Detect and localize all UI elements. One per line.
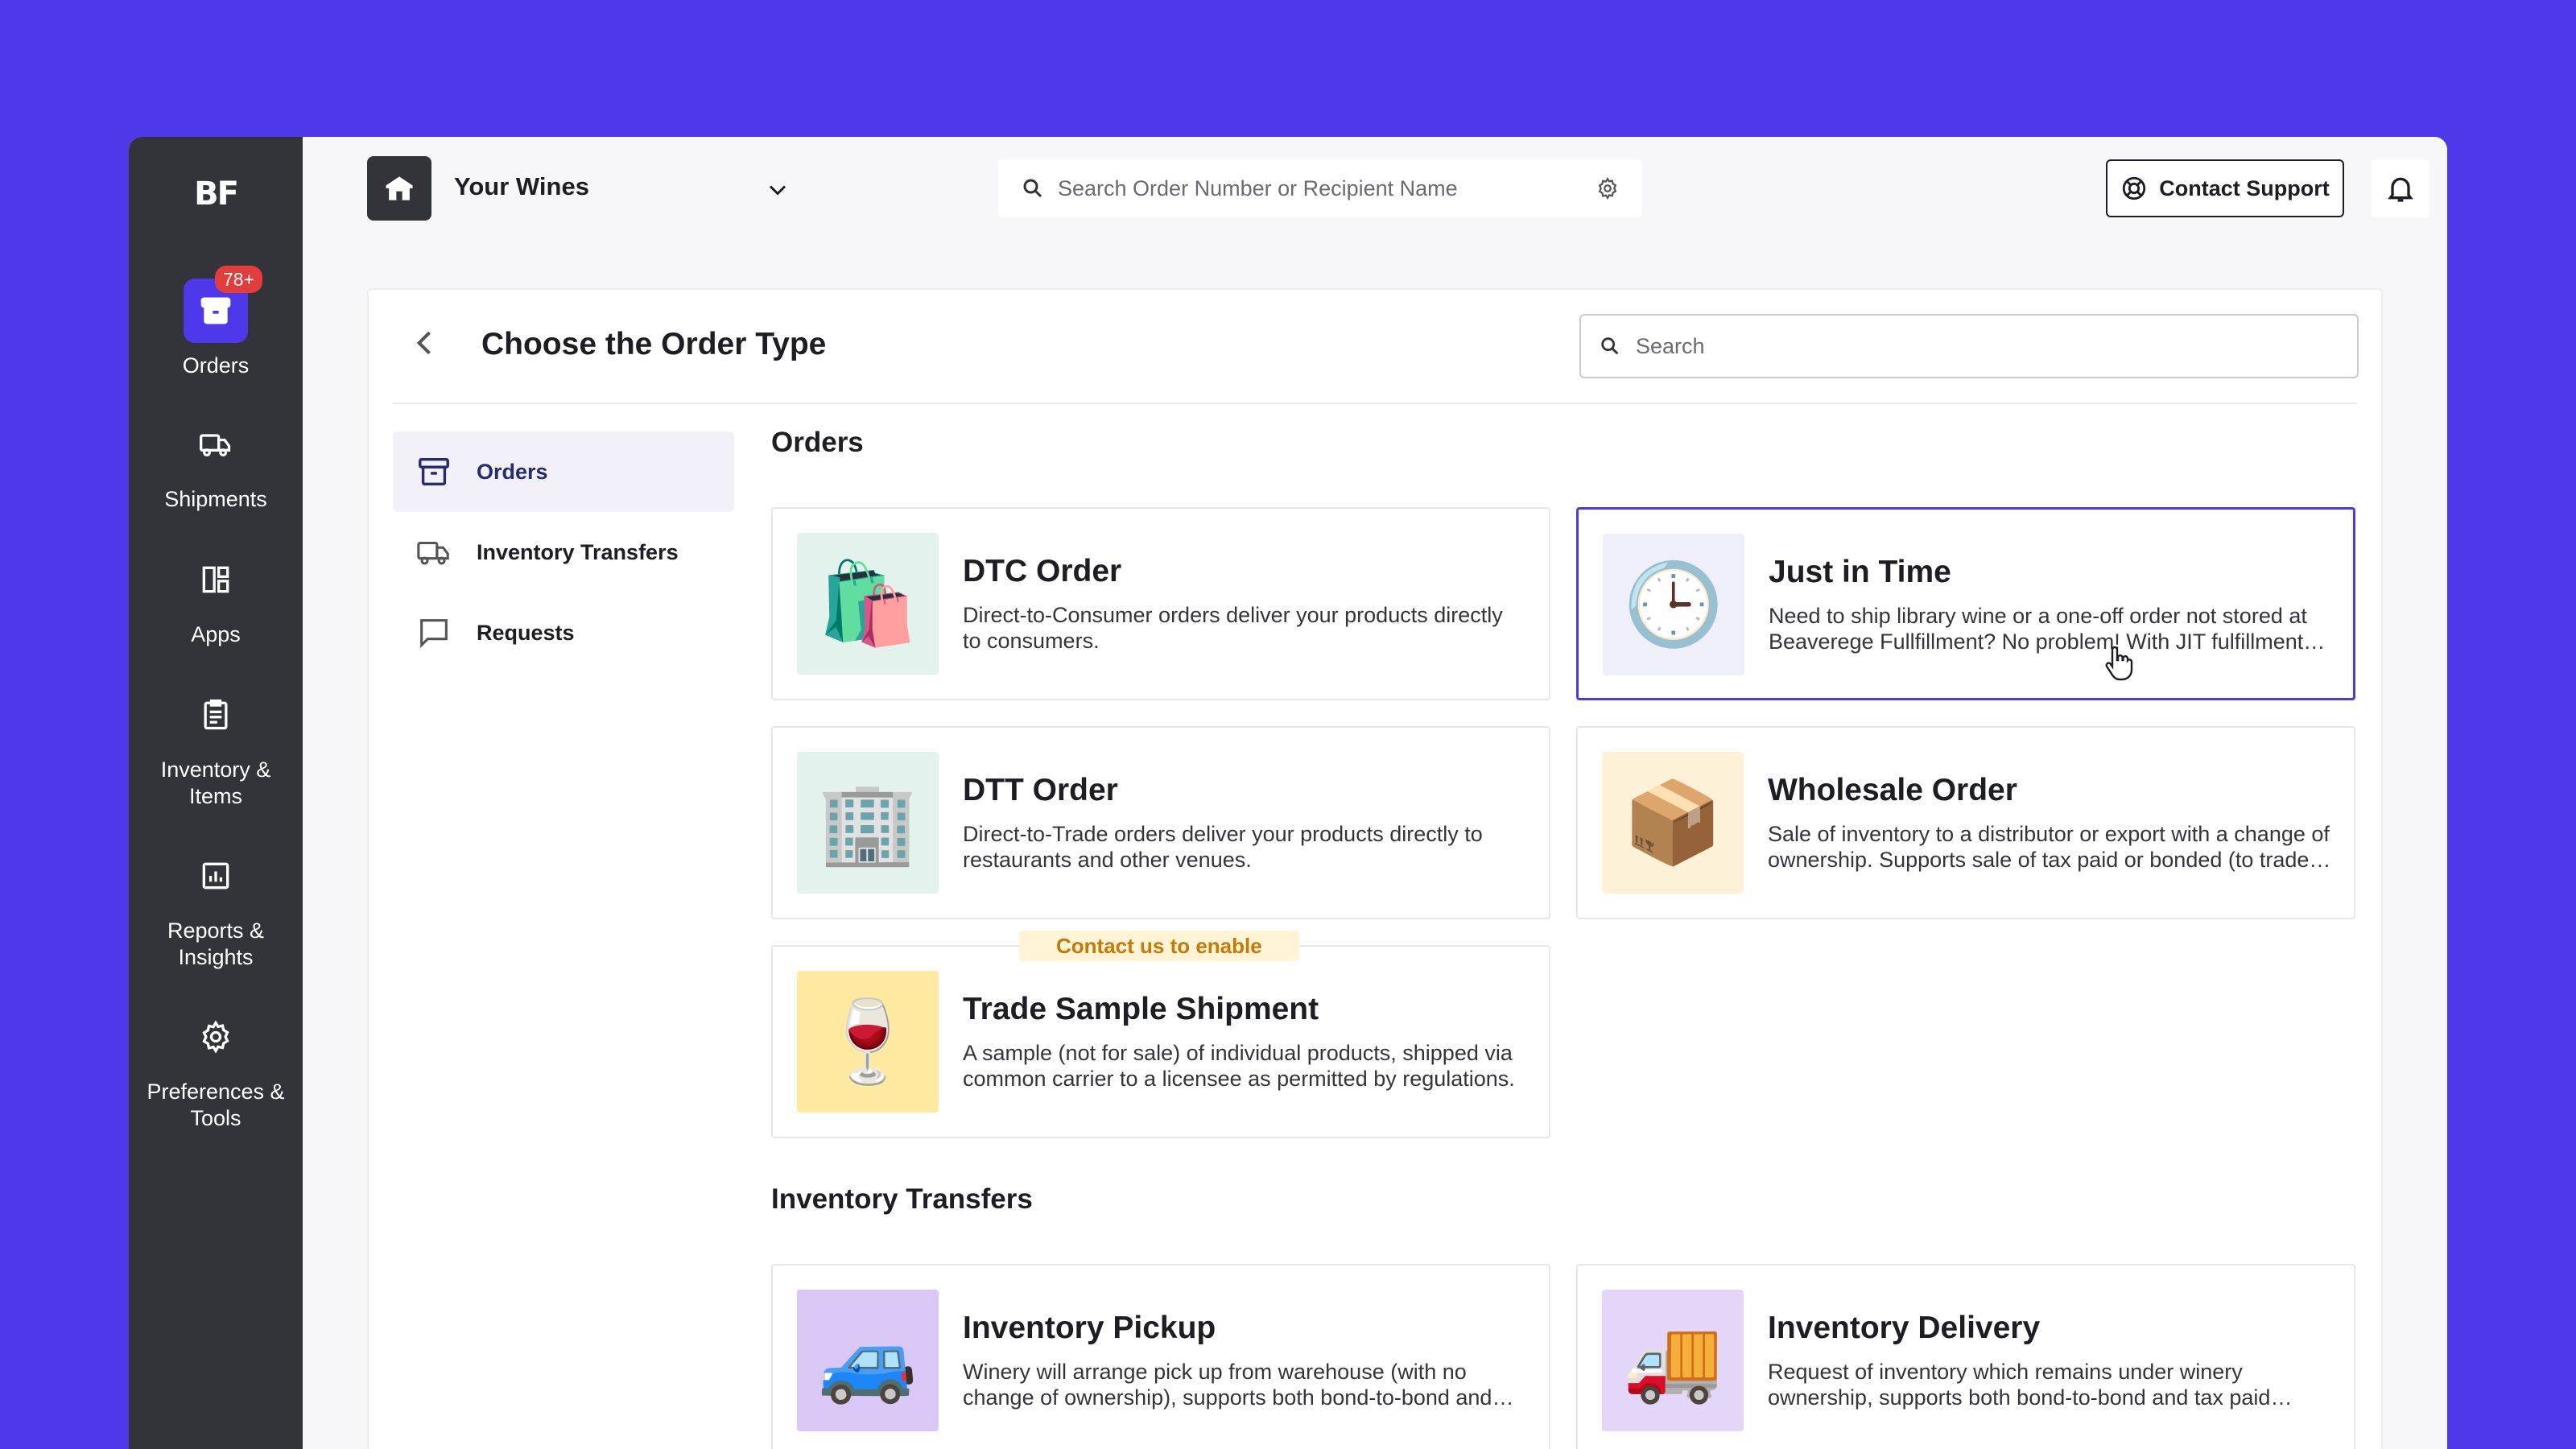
sidebar-item-preferences[interactable]: Preferences & Tools <box>129 1005 303 1132</box>
delivery-truck-icon: 🚚 <box>1602 1290 1744 1431</box>
order-type-card-dtt[interactable]: 🏢 DTT Order Direct-to-Trade orders deliv… <box>771 726 1550 919</box>
transfer-type-card-pickup[interactable]: 🚙 Inventory Pickup Winery will arrange p… <box>771 1264 1550 1449</box>
apps-grid-icon <box>184 547 248 612</box>
truck-icon <box>184 412 248 477</box>
sidebar-item-label: Orders <box>182 353 250 378</box>
sidebar-item-label: Shipments <box>164 487 267 511</box>
menu-item-label: Requests <box>477 620 575 645</box>
sidebar-item-reports[interactable]: Reports & Insights <box>129 844 303 971</box>
card-title: Wholesale Order <box>1768 773 2017 807</box>
archive-box-icon <box>419 457 449 486</box>
search-settings-gear-icon[interactable] <box>1596 176 1620 200</box>
page-title: Choose the Order Type <box>481 327 827 361</box>
wine-glass-icon: 🍷 <box>797 971 939 1113</box>
contact-support-button[interactable]: Contact Support <box>2106 159 2344 217</box>
menu-item-label: Orders <box>477 459 548 484</box>
notifications-button[interactable] <box>2372 159 2429 217</box>
section-title-orders: Orders <box>771 427 864 458</box>
card-title: Inventory Delivery <box>1768 1311 2041 1345</box>
lifebuoy-icon <box>2123 176 2146 200</box>
card-title: Just in Time <box>1769 555 1951 589</box>
top-bar: Your Wines Contact Support A <box>303 137 2447 240</box>
global-search-input[interactable] <box>1058 175 1573 201</box>
card-description: Winery will arrange pick up from warehou… <box>963 1360 1492 1410</box>
divider <box>393 402 2357 404</box>
clock-icon: 🕒 <box>1603 534 1744 675</box>
global-search-bar <box>998 159 1642 217</box>
car-icon: 🚙 <box>797 1290 939 1431</box>
card-description: Need to ship library wine or a one-off o… <box>1769 604 2307 654</box>
back-arrow-icon[interactable] <box>407 325 443 361</box>
clipboard-icon <box>184 683 248 747</box>
contact-to-enable-tag: Contact us to enable <box>1019 931 1299 961</box>
menu-item-requests[interactable]: Requests <box>393 592 734 673</box>
sidebar-item-orders[interactable]: 78+ Orders <box>129 266 303 379</box>
card-title: Inventory Pickup <box>963 1311 1216 1345</box>
contact-support-label: Contact Support <box>2159 175 2330 200</box>
card-description: Sale of inventory to a distributor or ex… <box>1768 822 2330 872</box>
order-type-card-dtc[interactable]: 🛍️ DTC Order Direct-to-Consumer orders d… <box>771 507 1550 700</box>
report-chart-icon <box>184 844 248 908</box>
card-description: Direct-to-Consumer orders deliver your p… <box>963 603 1503 653</box>
transfer-type-card-delivery[interactable]: 🚚 Inventory Delivery Request of inventor… <box>1576 1264 2355 1449</box>
menu-item-orders[interactable]: Orders <box>393 431 734 512</box>
building-icon: 🏢 <box>797 752 939 894</box>
order-type-card-wholesale[interactable]: 📦 Wholesale Order Sale of inventory to a… <box>1576 726 2355 919</box>
sidebar-item-shipments[interactable]: Shipments <box>129 412 303 513</box>
orders-count-badge: 78+ <box>214 266 262 293</box>
search-icon <box>1023 179 1042 198</box>
order-type-panel: Choose the Order Type Orders Inventory T… <box>367 288 2383 1449</box>
chevron-down-icon[interactable] <box>763 175 792 204</box>
search-icon <box>1601 337 1619 355</box>
card-title: Trade Sample Shipment <box>963 992 1319 1026</box>
order-type-card-jit[interactable]: 🕒 Just in Time Need to ship library wine… <box>1576 507 2355 700</box>
sidebar-item-label: Inventory & Items <box>160 758 271 808</box>
menu-item-label: Inventory Transfers <box>477 539 679 564</box>
order-type-card-trade-sample[interactable]: 🍷 Trade Sample Shipment A sample (not fo… <box>771 945 1550 1138</box>
chat-bubble-icon <box>420 619 448 649</box>
gear-icon <box>184 1005 248 1069</box>
panel-search-bar <box>1579 314 2359 378</box>
archive-box-icon: 78+ <box>184 266 262 343</box>
hand-cursor-icon <box>2105 646 2133 681</box>
sidebar-item-label: Apps <box>191 622 241 646</box>
bell-icon <box>2388 177 2413 202</box>
section-title-inventory-transfers: Inventory Transfers <box>771 1183 1033 1215</box>
boxes-icon: 📦 <box>1602 752 1744 894</box>
store-selector-name[interactable]: Your Wines <box>454 172 589 201</box>
sidebar-item-apps[interactable]: Apps <box>129 547 303 648</box>
card-title: DTC Order <box>963 554 1122 588</box>
menu-item-inventory-transfers[interactable]: Inventory Transfers <box>393 512 734 592</box>
sidebar-item-label: Preferences & Tools <box>147 1080 285 1130</box>
sidebar: BF 78+ Orders Shipments Apps Inventory &… <box>129 137 303 1449</box>
card-description: A sample (not for sale) of individual pr… <box>963 1041 1515 1091</box>
sidebar-item-inventory[interactable]: Inventory & Items <box>129 683 303 810</box>
sidebar-item-label: Reports & Insights <box>167 919 265 969</box>
store-icon[interactable] <box>367 156 431 221</box>
app-logo[interactable]: BF <box>129 175 303 213</box>
card-title: DTT Order <box>963 773 1118 807</box>
app-window: BF 78+ Orders Shipments Apps Inventory &… <box>129 137 2447 1449</box>
shopping-bags-icon: 🛍️ <box>797 533 939 675</box>
order-type-search-input[interactable] <box>1636 333 2328 359</box>
truck-icon <box>417 541 449 565</box>
card-description: Request of inventory which remains under… <box>1768 1360 2271 1410</box>
card-description: Direct-to-Trade orders deliver your prod… <box>963 822 1483 872</box>
